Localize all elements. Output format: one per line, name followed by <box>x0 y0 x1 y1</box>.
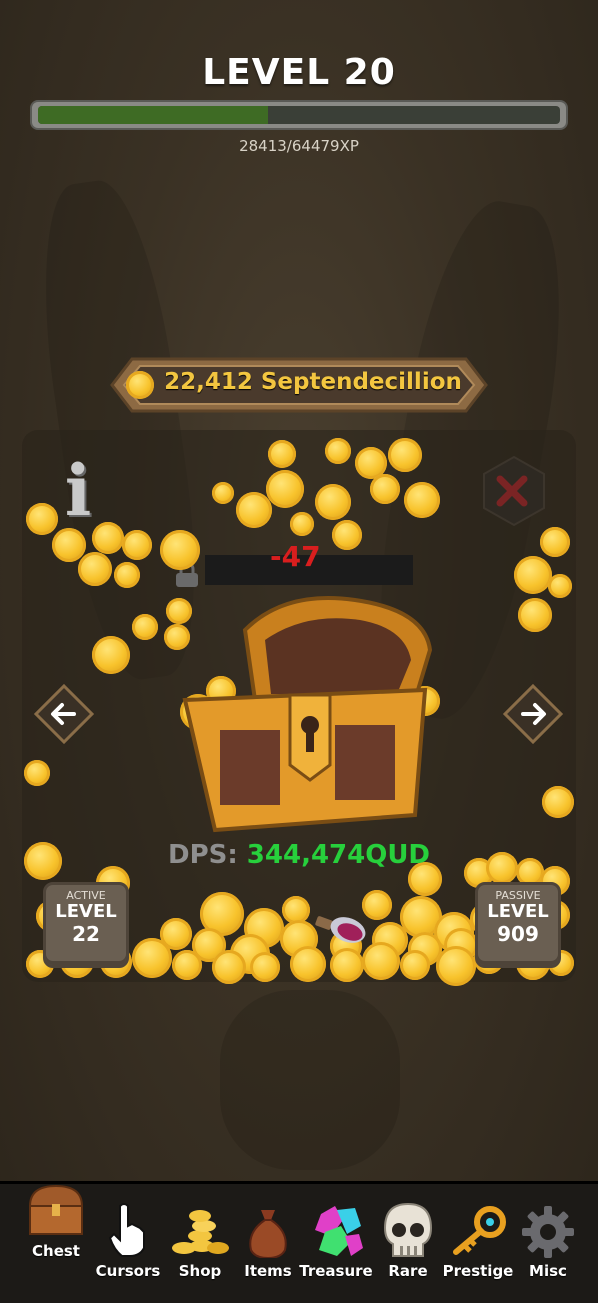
gold-coin[interactable] <box>514 556 552 594</box>
gold-coin[interactable] <box>266 470 304 508</box>
dps-display: DPS: 344,474QUD <box>0 840 598 870</box>
coin-stack-icon <box>172 1210 229 1254</box>
gold-coin[interactable] <box>332 520 362 550</box>
bottom-tab-bar: Chest Cursors Shop Items Treasure Rare P… <box>0 1181 598 1303</box>
gear-icon <box>522 1206 574 1258</box>
gold-coin-icon <box>126 371 154 399</box>
arrow-right-icon[interactable] <box>502 683 564 745</box>
treasure-chest[interactable] <box>175 590 435 835</box>
xp-text: 28413/64479XP <box>239 137 359 155</box>
gold-coin[interactable] <box>362 942 400 980</box>
gold-coin[interactable] <box>172 950 202 980</box>
tab-treasure[interactable]: Treasure <box>299 1184 373 1294</box>
close-icon[interactable] <box>478 455 550 527</box>
gold-coin[interactable] <box>542 786 574 818</box>
tab-chest[interactable]: Chest <box>24 1184 88 1264</box>
gold-coin[interactable] <box>212 950 246 984</box>
background-streak <box>220 990 400 1170</box>
gold-coin[interactable] <box>160 530 200 570</box>
key-icon <box>453 1206 506 1255</box>
gold-coin[interactable] <box>370 474 400 504</box>
skull-icon <box>383 1202 433 1257</box>
gold-coin[interactable] <box>268 440 296 468</box>
cursor-hand-icon <box>108 1203 145 1257</box>
tab-cursors[interactable]: Cursors <box>96 1184 160 1294</box>
level-title: LEVEL 20 <box>202 52 396 93</box>
gold-coin[interactable] <box>290 946 326 982</box>
gold-coin[interactable] <box>24 760 50 786</box>
gold-coin[interactable] <box>548 574 572 598</box>
info-icon[interactable]: i <box>58 455 98 527</box>
gold-coin[interactable] <box>404 482 440 518</box>
tab-chest-label: Chest <box>32 1242 80 1260</box>
active-level-label: LEVEL <box>55 901 117 922</box>
gold-coin[interactable] <box>540 527 570 557</box>
gold-coin[interactable] <box>436 946 476 986</box>
gold-coin[interactable] <box>132 614 158 640</box>
arrow-left-icon[interactable] <box>33 683 95 745</box>
xp-progress-bar <box>30 100 568 130</box>
gems-icon <box>315 1206 363 1256</box>
dps-value: 344,474QUD <box>246 840 431 870</box>
tab-items[interactable]: Items <box>236 1184 300 1294</box>
active-level-badge[interactable]: ACTIVE LEVEL 22 <box>43 882 129 968</box>
passive-level-label: LEVEL <box>487 901 549 922</box>
gold-coin[interactable] <box>114 562 140 588</box>
potion-icon[interactable] <box>312 908 368 944</box>
gold-coin[interactable] <box>388 438 422 472</box>
money-bag-icon <box>249 1210 287 1258</box>
gold-coin[interactable] <box>26 503 58 535</box>
currency-banner: 22,412 Septendecillion <box>110 355 488 415</box>
tab-misc[interactable]: Misc <box>516 1184 580 1294</box>
damage-number: -47 <box>270 540 321 573</box>
passive-level-badge[interactable]: PASSIVE LEVEL 909 <box>475 882 561 968</box>
gold-coin[interactable] <box>132 938 172 978</box>
gold-coin[interactable] <box>212 482 234 504</box>
active-level-value: 22 <box>72 922 100 946</box>
tab-prestige[interactable]: Prestige <box>443 1184 513 1294</box>
gold-coin[interactable] <box>78 552 112 586</box>
gold-coin[interactable] <box>290 512 314 536</box>
currency-amount: 22,412 Septendecillion <box>164 369 462 395</box>
xp-bar-fill <box>38 106 268 124</box>
gold-coin[interactable] <box>518 598 552 632</box>
dps-label: DPS: <box>167 840 247 870</box>
tab-misc-label: Misc <box>529 1262 567 1280</box>
passive-level-value: 909 <box>497 922 539 946</box>
gold-coin[interactable] <box>236 492 272 528</box>
gold-coin[interactable] <box>315 484 351 520</box>
gold-coin[interactable] <box>400 950 430 980</box>
gold-coin[interactable] <box>325 438 351 464</box>
gold-coin[interactable] <box>330 948 364 982</box>
xp-bar-track <box>38 106 560 124</box>
gold-coin[interactable] <box>92 522 124 554</box>
gold-coin[interactable] <box>250 952 280 982</box>
chest-icon <box>28 1184 84 1235</box>
gold-coin[interactable] <box>92 636 130 674</box>
tab-shop[interactable]: Shop <box>168 1184 232 1294</box>
tab-rare[interactable]: Rare <box>376 1184 440 1294</box>
gold-coin[interactable] <box>122 530 152 560</box>
gold-coin[interactable] <box>52 528 86 562</box>
